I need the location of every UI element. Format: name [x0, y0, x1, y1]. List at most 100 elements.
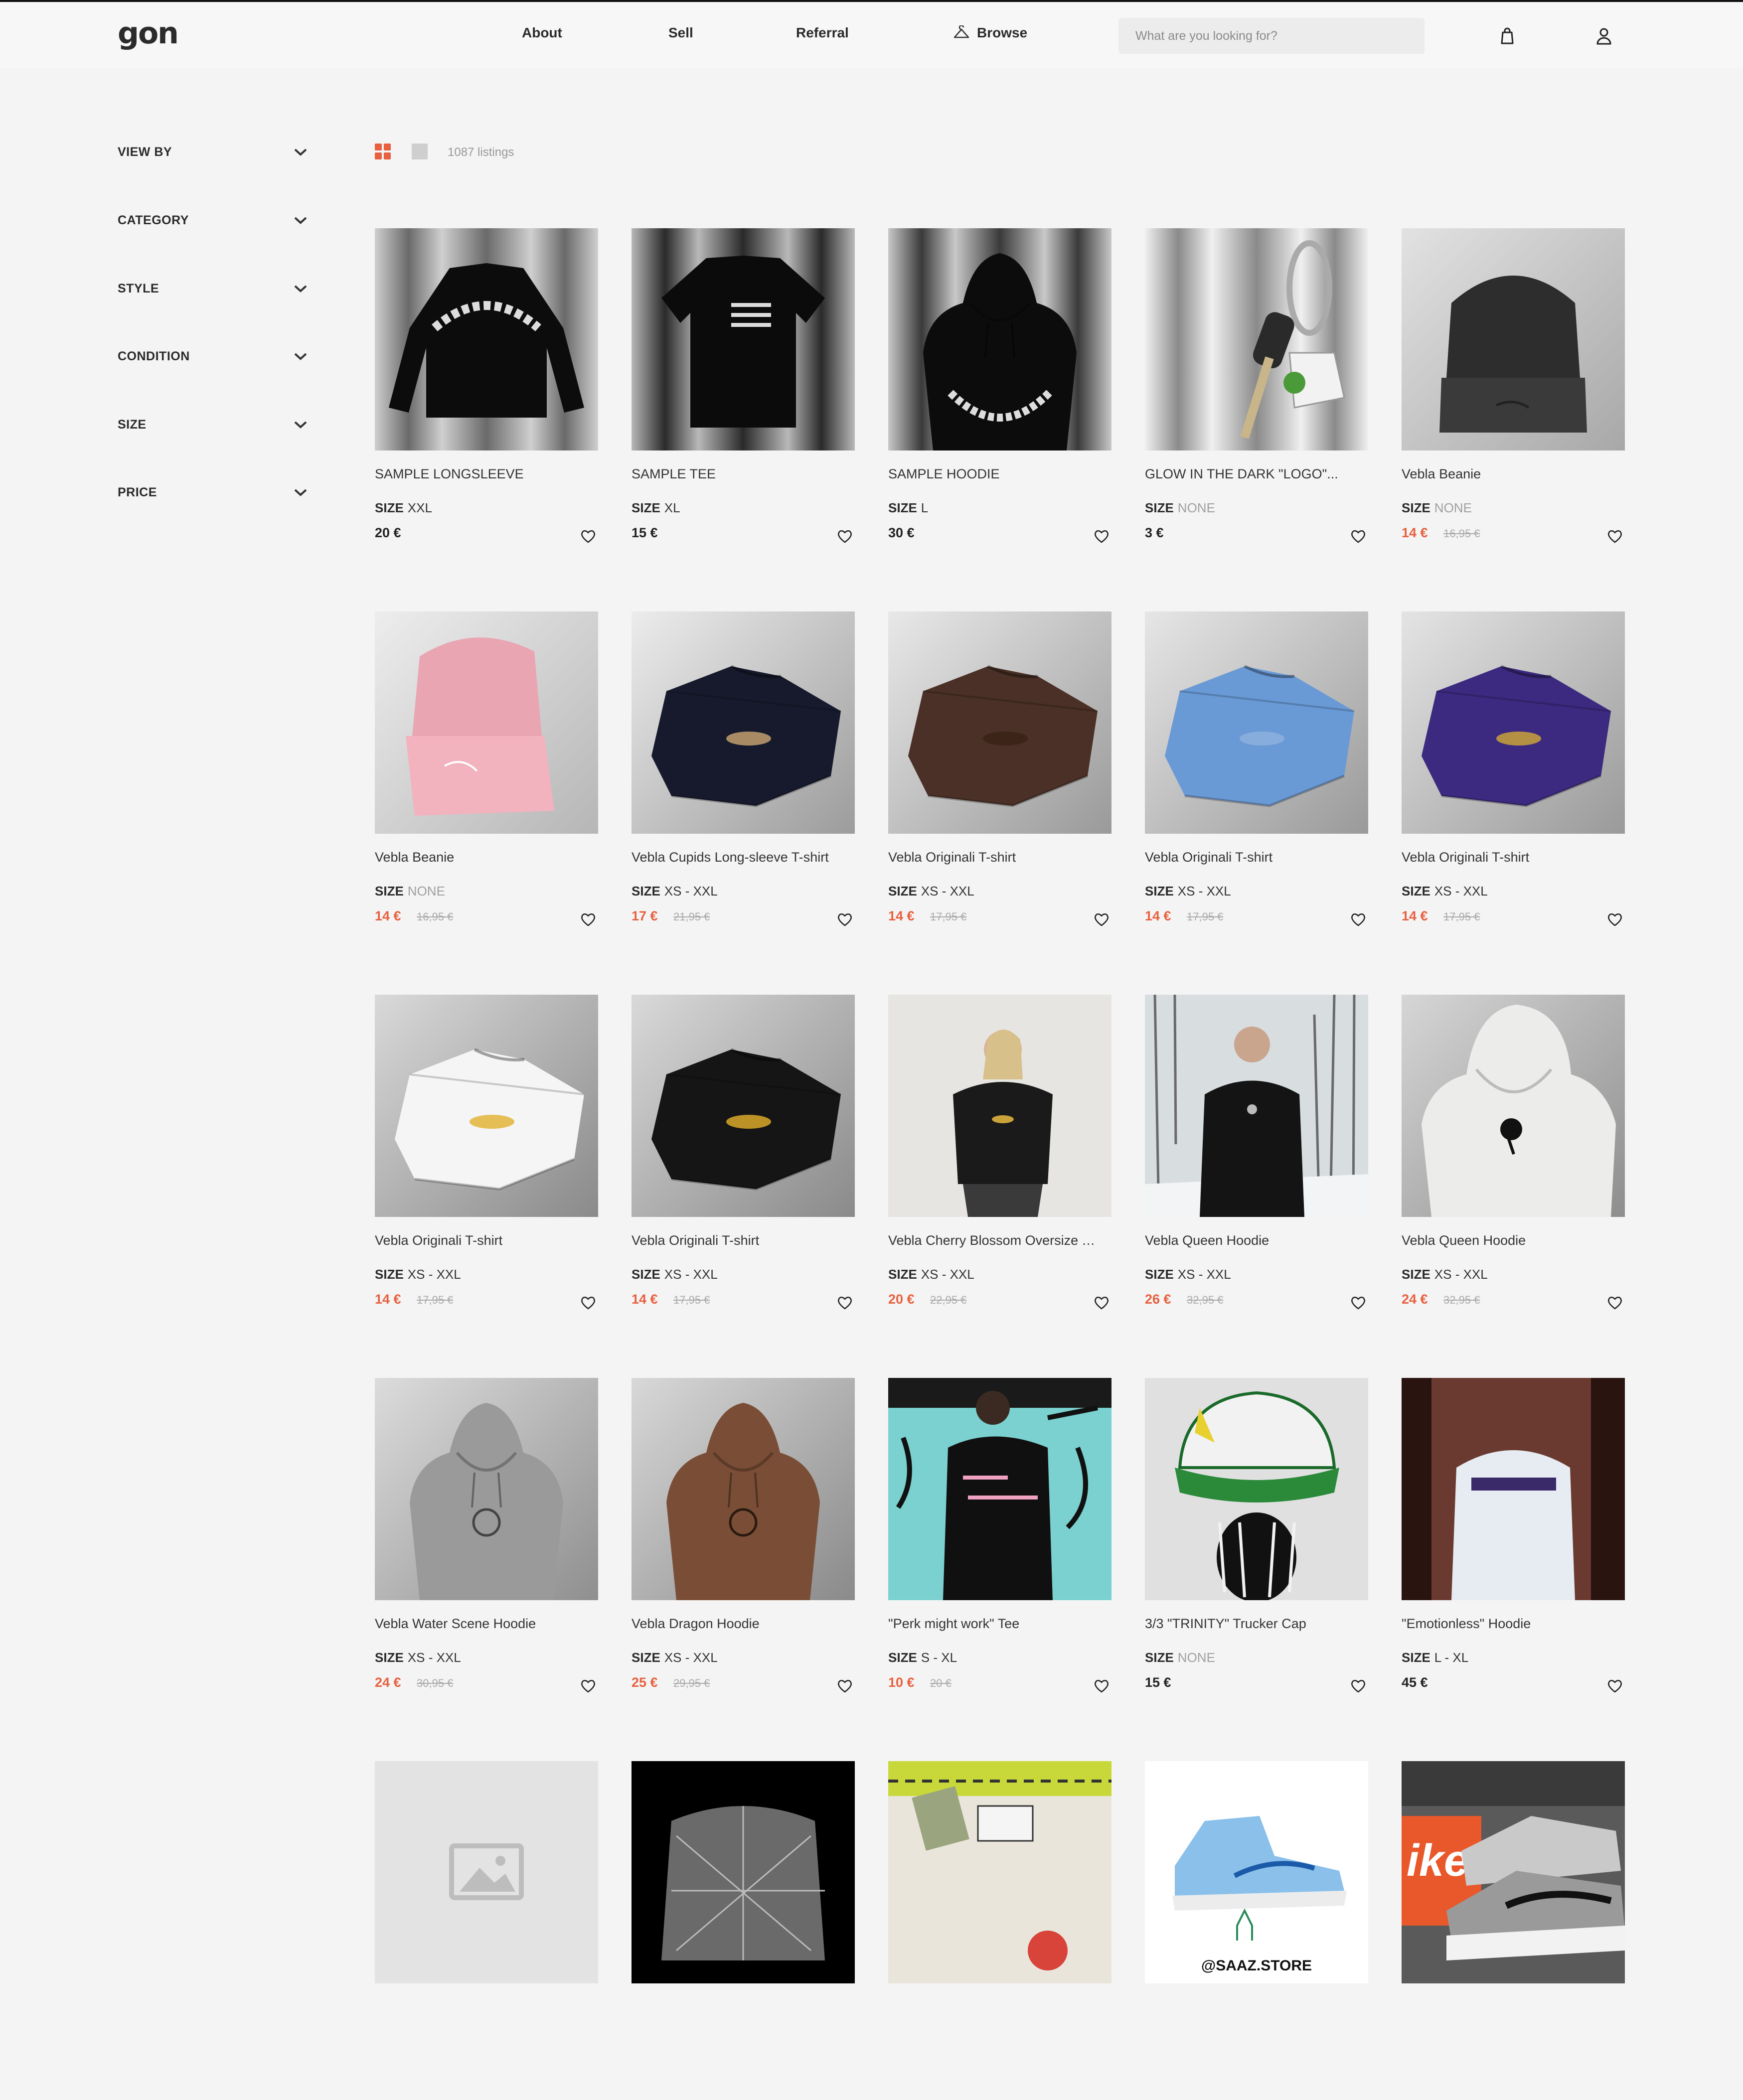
heart-icon[interactable]	[579, 910, 597, 928]
product-image[interactable]	[375, 995, 598, 1217]
heart-icon[interactable]	[579, 1677, 597, 1695]
product-image[interactable]	[888, 611, 1111, 834]
product-image[interactable]	[632, 611, 855, 834]
product-card[interactable]: Vebla Queen Hoodie SIZE XS - XXL 26 € 32,95 …	[1145, 995, 1368, 1334]
product-card[interactable]: "Emotionless" Hoodie SIZE L - XL 45 €	[1402, 1378, 1625, 1717]
product-image[interactable]	[1402, 1378, 1625, 1600]
product-title[interactable]: Vebla Originali T-shirt	[888, 850, 1098, 865]
heart-icon[interactable]	[1093, 910, 1110, 928]
product-card[interactable]: Vebla Dragon Hoodie SIZE XS - XXL 25 € 29,95…	[632, 1378, 855, 1717]
shopping-bag-icon[interactable]	[1497, 26, 1517, 46]
heart-icon[interactable]	[579, 1294, 597, 1312]
product-card[interactable]: ike	[1402, 1761, 1625, 2100]
heart-icon[interactable]	[1606, 1677, 1624, 1695]
heart-icon[interactable]	[1093, 1677, 1110, 1695]
user-icon[interactable]	[1594, 26, 1614, 46]
product-card[interactable]: Vebla Originali T-shirt SIZE XS - XXL 14 €1…	[888, 611, 1111, 950]
product-card[interactable]	[888, 1761, 1111, 2100]
product-title[interactable]: Vebla Originali T-shirt	[375, 1233, 584, 1248]
product-image[interactable]	[1145, 611, 1368, 834]
product-image[interactable]	[888, 1378, 1111, 1600]
product-title[interactable]: Vebla Originali T-shirt	[1402, 850, 1611, 865]
product-title[interactable]: Vebla Originali T-shirt	[632, 1233, 841, 1248]
product-card[interactable]: SAMPLE HOODIE SIZE L 30 €	[888, 228, 1111, 567]
product-image[interactable]	[888, 1761, 1111, 1983]
product-title[interactable]: Vebla Cherry Blossom Oversize T...	[888, 1233, 1098, 1248]
heart-icon[interactable]	[1093, 527, 1110, 545]
product-image[interactable]	[888, 995, 1111, 1217]
product-image[interactable]	[1402, 228, 1625, 450]
product-card[interactable]: Vebla Water Scene Hoodie SIZE XS - XXL 24 €…	[375, 1378, 598, 1717]
product-card[interactable]	[632, 1761, 855, 2100]
product-image[interactable]	[1402, 995, 1625, 1217]
product-image[interactable]	[375, 611, 598, 834]
heart-icon[interactable]	[1349, 1294, 1367, 1312]
product-title[interactable]: Vebla Beanie	[1402, 466, 1611, 482]
product-image[interactable]	[888, 228, 1111, 450]
product-image[interactable]	[632, 995, 855, 1217]
nav-about[interactable]: About	[522, 25, 562, 41]
product-image[interactable]	[1402, 611, 1625, 834]
product-card[interactable]: Vebla Cherry Blossom Oversize T... SIZE XS…	[888, 995, 1111, 1334]
product-title[interactable]: GLOW IN THE DARK "LOGO"...	[1145, 466, 1354, 482]
product-card[interactable]: Vebla Originali T-shirt SIZE XS - XXL 14 €1…	[375, 995, 598, 1334]
product-image[interactable]	[375, 1378, 598, 1600]
product-card[interactable]: Vebla Beanie SIZE NONE 14 €16,95 €	[1402, 228, 1625, 567]
product-title[interactable]: Vebla Dragon Hoodie	[632, 1616, 841, 1632]
product-card[interactable]: SAMPLE LONGSLEEVE SIZE XXL 20 €	[375, 228, 598, 567]
product-title[interactable]: Vebla Water Scene Hoodie	[375, 1616, 584, 1632]
nav-browse[interactable]: Browse	[953, 23, 1027, 43]
product-image[interactable]	[632, 1378, 855, 1600]
product-title[interactable]: SAMPLE HOODIE	[888, 466, 1098, 482]
product-title[interactable]: 3/3 "TRINITY" Trucker Cap	[1145, 1616, 1354, 1632]
heart-icon[interactable]	[1606, 527, 1624, 545]
site-logo[interactable]: gon	[118, 16, 179, 51]
product-card[interactable]: GLOW IN THE DARK "LOGO"... SIZE NONE 3 €	[1145, 228, 1368, 567]
filter-price[interactable]: PRICE	[118, 480, 308, 505]
product-card[interactable]: Vebla Beanie SIZE NONE 14 €16,95 €	[375, 611, 598, 950]
product-title[interactable]: SAMPLE LONGSLEEVE	[375, 466, 584, 482]
nav-sell[interactable]: Sell	[668, 25, 693, 41]
product-image[interactable]	[375, 228, 598, 450]
product-card[interactable]: Vebla Originali T-shirt SIZE XS - XXL 14 €1…	[1145, 611, 1368, 950]
nav-referral[interactable]: Referral	[796, 25, 849, 41]
product-image[interactable]	[1145, 228, 1368, 450]
product-image[interactable]	[1145, 1378, 1368, 1600]
product-card[interactable]: Vebla Queen Hoodie SIZE XS - XXL 24 € 32,95 …	[1402, 995, 1625, 1334]
product-card[interactable]: Vebla Cupids Long-sleeve T-shirt SIZE XS -…	[632, 611, 855, 950]
grid-view-toggle[interactable]	[375, 144, 391, 159]
heart-icon[interactable]	[1606, 1294, 1624, 1312]
heart-icon[interactable]	[1349, 1677, 1367, 1695]
heart-icon[interactable]	[836, 1677, 854, 1695]
product-card[interactable]: Vebla Originali T-shirt SIZE XS - XXL 14 €1…	[632, 995, 855, 1334]
product-card[interactable]: 3/3 "TRINITY" Trucker Cap SIZE NONE 15 €	[1145, 1378, 1368, 1717]
product-card[interactable]: "Perk might work" Tee SIZE S - XL 10 € 20 €	[888, 1378, 1111, 1717]
heart-icon[interactable]	[1349, 910, 1367, 928]
product-card[interactable]: Vebla Originali T-shirt SIZE XS - XXL 14 €1…	[1402, 611, 1625, 950]
product-card[interactable]	[375, 1761, 598, 2100]
filter-condition[interactable]: CONDITION	[118, 344, 308, 369]
product-title[interactable]: SAMPLE TEE	[632, 466, 841, 482]
heart-icon[interactable]	[1606, 910, 1624, 928]
heart-icon[interactable]	[1349, 527, 1367, 545]
product-title[interactable]: Vebla Queen Hoodie	[1145, 1233, 1354, 1248]
filter-style[interactable]: STYLE	[118, 276, 308, 301]
filter-view-by[interactable]: VIEW BY	[118, 140, 308, 164]
product-image[interactable]	[632, 1761, 855, 1983]
heart-icon[interactable]	[579, 527, 597, 545]
product-image[interactable]: ike	[1402, 1761, 1625, 1983]
product-image[interactable]	[1145, 995, 1368, 1217]
product-image[interactable]	[375, 1761, 598, 1983]
product-title[interactable]: Vebla Originali T-shirt	[1145, 850, 1354, 865]
search-input[interactable]	[1118, 18, 1425, 54]
heart-icon[interactable]	[1093, 1294, 1110, 1312]
heart-icon[interactable]	[836, 910, 854, 928]
filter-category[interactable]: CATEGORY	[118, 208, 308, 233]
product-title[interactable]: Vebla Cupids Long-sleeve T-shirt	[632, 850, 841, 865]
heart-icon[interactable]	[836, 527, 854, 545]
product-card[interactable]: @SAAZ.STORE	[1145, 1761, 1368, 2100]
product-image[interactable]: @SAAZ.STORE	[1145, 1761, 1368, 1983]
filter-size[interactable]: SIZE	[118, 412, 308, 437]
product-title[interactable]: Vebla Queen Hoodie	[1402, 1233, 1611, 1248]
product-title[interactable]: Vebla Beanie	[375, 850, 584, 865]
